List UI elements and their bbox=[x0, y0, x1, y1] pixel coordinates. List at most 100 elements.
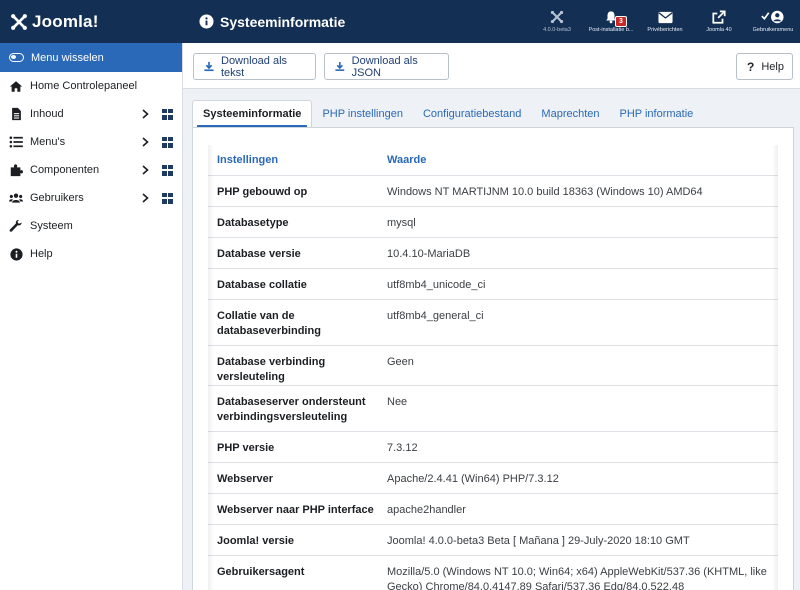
setting-key: Database verbinding versleuteling bbox=[208, 345, 378, 386]
sidebar-item-help[interactable]: Help bbox=[0, 240, 182, 268]
user-icon bbox=[761, 10, 784, 24]
joomla-logo[interactable]: Joomla! bbox=[0, 12, 183, 32]
setting-key: Joomla! versie bbox=[208, 524, 378, 556]
file-icon bbox=[9, 107, 23, 121]
column-header-value: Waarde bbox=[378, 145, 778, 176]
post-install-label: Post-installatie b... bbox=[588, 27, 634, 33]
sidebar-item-label: Inhoud bbox=[30, 108, 64, 120]
table-row: Joomla! versie Joomla! 4.0.0-beta3 Beta … bbox=[208, 524, 778, 556]
setting-value: Joomla! 4.0.0-beta3 Beta [ Mañana ] 29-J… bbox=[378, 524, 778, 556]
download-text-label: Download als tekst bbox=[221, 54, 288, 79]
download-json-label: Download als JSON bbox=[351, 54, 418, 79]
private-messages-button[interactable]: Privéberichten bbox=[638, 11, 692, 33]
sidebar-item-components[interactable]: Componenten bbox=[0, 156, 182, 184]
setting-key: Database collatie bbox=[208, 268, 378, 300]
setting-key: Database versie bbox=[208, 237, 378, 269]
header-actions: 4.0.0-beta3 3 Post-installatie b... Priv… bbox=[530, 0, 800, 43]
help-button[interactable]: ? Help bbox=[736, 53, 793, 80]
download-json-button[interactable]: Download als JSON bbox=[324, 53, 449, 80]
tab-bar: Systeeminformatie PHP instellingen Confi… bbox=[192, 100, 794, 127]
dashboard-grid-icon[interactable] bbox=[162, 136, 173, 148]
table-row: Database collatie utf8mb4_unicode_ci bbox=[208, 268, 778, 300]
table-row: Databaseserver ondersteunt verbindingsve… bbox=[208, 385, 778, 432]
sidebar-item-menus[interactable]: Menu's bbox=[0, 128, 182, 156]
setting-value: Apache/2.4.41 (Win64) PHP/7.3.12 bbox=[378, 462, 778, 494]
setting-key: Webserver naar PHP interface bbox=[208, 493, 378, 525]
site-link-button[interactable]: Joomla 40 bbox=[692, 10, 746, 33]
sidebar-item-system[interactable]: Systeem bbox=[0, 212, 182, 240]
table-header-row: Instellingen Waarde bbox=[208, 145, 778, 176]
setting-value: utf8mb4_general_ci bbox=[378, 299, 778, 346]
info-circle-icon bbox=[199, 14, 214, 29]
tab-php-settings[interactable]: PHP instellingen bbox=[312, 100, 413, 127]
page-title: Systeeminformatie bbox=[220, 13, 346, 30]
private-messages-label: Privéberichten bbox=[647, 26, 683, 33]
chevron-right-icon[interactable] bbox=[142, 193, 152, 203]
download-text-button[interactable]: Download als tekst bbox=[193, 53, 316, 80]
version-indicator[interactable]: 4.0.0-beta3 bbox=[530, 10, 584, 33]
chevron-right-icon[interactable] bbox=[142, 109, 152, 119]
dashboard-grid-icon[interactable] bbox=[162, 108, 173, 120]
table-row: Webserver naar PHP interface apache2hand… bbox=[208, 493, 778, 525]
chevron-right-icon[interactable] bbox=[142, 165, 152, 175]
envelope-icon bbox=[657, 11, 673, 23]
setting-value: Geen bbox=[378, 345, 778, 386]
home-icon bbox=[9, 79, 23, 93]
sidebar: Menu wisselen Home Controlepaneel Inhoud… bbox=[0, 43, 183, 590]
sidebar-item-content[interactable]: Inhoud bbox=[0, 100, 182, 128]
download-icon bbox=[204, 61, 214, 72]
tab-system-information[interactable]: Systeeminformatie bbox=[192, 100, 313, 127]
column-header-setting: Instellingen bbox=[208, 145, 378, 176]
tab-directory-permissions[interactable]: Maprechten bbox=[531, 100, 609, 127]
setting-key: Webserver bbox=[208, 462, 378, 494]
joomla-icon bbox=[550, 10, 564, 24]
system-info-panel: Instellingen Waarde PHP gebouwd op Windo… bbox=[192, 127, 794, 590]
site-link-label: Joomla 40 bbox=[706, 27, 732, 33]
version-label: 4.0.0-beta3 bbox=[543, 27, 571, 33]
setting-value: mysql bbox=[378, 206, 778, 238]
dashboard-grid-icon[interactable] bbox=[162, 164, 173, 176]
setting-key: PHP versie bbox=[208, 431, 378, 463]
wrench-icon bbox=[9, 219, 23, 233]
menu-toggle-button[interactable]: Menu wisselen bbox=[0, 43, 182, 72]
setting-value: Windows NT MARTIJNM 10.0 build 18363 (Wi… bbox=[378, 175, 778, 207]
table-row: Gebruikersagent Mozilla/5.0 (Windows NT … bbox=[208, 555, 778, 590]
setting-value: Mozilla/5.0 (Windows NT 10.0; Win64; x64… bbox=[378, 555, 778, 590]
table-row: PHP gebouwd op Windows NT MARTIJNM 10.0 … bbox=[208, 175, 778, 207]
setting-value: 10.4.10-MariaDB bbox=[378, 237, 778, 269]
table-row: Collatie van de databaseverbinding utf8m… bbox=[208, 299, 778, 346]
setting-key: Databaseserver ondersteunt verbindingsve… bbox=[208, 385, 378, 432]
setting-key: Databasetype bbox=[208, 206, 378, 238]
sidebar-item-label: Menu's bbox=[30, 136, 66, 148]
dashboard-grid-icon[interactable] bbox=[162, 192, 173, 204]
sidebar-item-label: Help bbox=[30, 248, 53, 260]
sidebar-item-label: Home Controlepaneel bbox=[30, 80, 138, 92]
sidebar-item-label: Componenten bbox=[30, 164, 100, 176]
setting-key: Gebruikersagent bbox=[208, 555, 378, 590]
logo-text: Joomla! bbox=[32, 11, 99, 31]
setting-value: 7.3.12 bbox=[378, 431, 778, 463]
table-row: Database versie 10.4.10-MariaDB bbox=[208, 237, 778, 269]
table-row: Database verbinding versleuteling Geen bbox=[208, 345, 778, 386]
sidebar-item-users[interactable]: Gebruikers bbox=[0, 184, 182, 212]
setting-value: apache2handler bbox=[378, 493, 778, 525]
users-icon bbox=[9, 191, 23, 205]
joomla-logo-icon bbox=[11, 13, 27, 30]
sidebar-item-label: Gebruikers bbox=[30, 192, 84, 204]
question-mark-icon: ? bbox=[747, 59, 755, 74]
setting-value: utf8mb4_unicode_ci bbox=[378, 268, 778, 300]
table-row: Databasetype mysql bbox=[208, 206, 778, 238]
puzzle-icon bbox=[9, 163, 23, 177]
setting-key: PHP gebouwd op bbox=[208, 175, 378, 207]
tab-configuration-file[interactable]: Configuratiebestand bbox=[413, 100, 531, 127]
table-row: Webserver Apache/2.4.41 (Win64) PHP/7.3.… bbox=[208, 462, 778, 494]
notification-badge: 3 bbox=[615, 16, 627, 27]
sidebar-item-home[interactable]: Home Controlepaneel bbox=[0, 72, 182, 100]
setting-key: Collatie van de databaseverbinding bbox=[208, 299, 378, 346]
sidebar-item-label: Systeem bbox=[30, 220, 73, 232]
user-menu-button[interactable]: Gebruikersmenu bbox=[746, 10, 800, 33]
user-menu-label: Gebruikersmenu bbox=[752, 27, 794, 33]
post-install-button[interactable]: 3 Post-installatie b... bbox=[584, 10, 638, 33]
chevron-right-icon[interactable] bbox=[142, 137, 152, 147]
tab-php-information[interactable]: PHP informatie bbox=[610, 100, 704, 127]
